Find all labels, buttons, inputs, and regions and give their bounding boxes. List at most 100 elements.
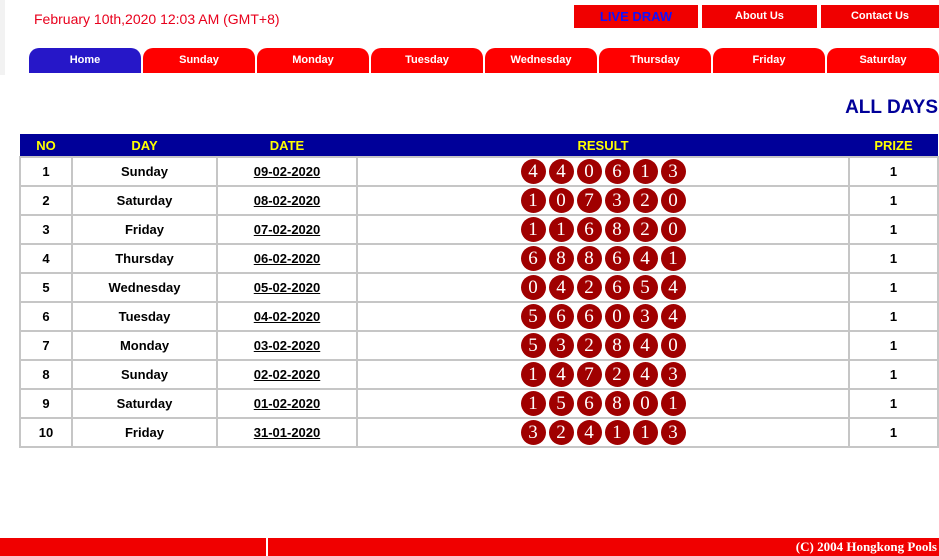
row-prize: 1 <box>848 185 939 216</box>
row-no: 8 <box>19 359 73 390</box>
result-ball: 1 <box>520 362 546 387</box>
row-prize: 1 <box>848 388 939 419</box>
tab-wednesday[interactable]: Wednesday <box>485 48 597 73</box>
row-day: Saturday <box>71 388 218 419</box>
result-ball: 6 <box>576 217 602 242</box>
row-date-link[interactable]: 09-02-2020 <box>254 164 321 179</box>
result-ball: 4 <box>660 304 686 329</box>
result-ball: 6 <box>604 159 630 184</box>
result-ball: 0 <box>660 188 686 213</box>
row-date-link[interactable]: 31-01-2020 <box>254 425 321 440</box>
current-datetime: February 10th,2020 12:03 AM (GMT+8) <box>34 11 280 27</box>
tab-thursday[interactable]: Thursday <box>599 48 711 73</box>
row-no: 7 <box>19 330 73 361</box>
tab-sunday[interactable]: Sunday <box>143 48 255 73</box>
result-ball: 3 <box>660 420 686 445</box>
row-no: 6 <box>19 301 73 332</box>
row-date-cell: 07-02-2020 <box>216 214 358 245</box>
result-ball: 2 <box>576 275 602 300</box>
result-ball: 1 <box>660 391 686 416</box>
row-no: 10 <box>19 417 73 448</box>
result-ball: 0 <box>660 217 686 242</box>
result-ball: 4 <box>632 362 658 387</box>
result-ball: 4 <box>660 275 686 300</box>
row-date-link[interactable]: 01-02-2020 <box>254 396 321 411</box>
row-date-cell: 03-02-2020 <box>216 330 358 361</box>
result-ball: 4 <box>632 246 658 271</box>
row-date-link[interactable]: 08-02-2020 <box>254 193 321 208</box>
result-ball: 6 <box>520 246 546 271</box>
row-result: 042654 <box>356 272 850 303</box>
row-prize: 1 <box>848 243 939 274</box>
table-row: 7 Monday 03-02-2020 532840 1 <box>19 330 939 361</box>
row-day: Tuesday <box>71 301 218 332</box>
result-ball: 0 <box>576 159 602 184</box>
tab-saturday[interactable]: Saturday <box>827 48 939 73</box>
result-ball: 6 <box>604 275 630 300</box>
row-day: Thursday <box>71 243 218 274</box>
result-ball: 0 <box>604 304 630 329</box>
tab-tuesday[interactable]: Tuesday <box>371 48 483 73</box>
result-ball: 1 <box>632 420 658 445</box>
row-day: Friday <box>71 214 218 245</box>
result-ball: 4 <box>576 420 602 445</box>
row-date-link[interactable]: 02-02-2020 <box>254 367 321 382</box>
row-prize: 1 <box>848 359 939 390</box>
result-ball: 6 <box>576 391 602 416</box>
row-prize: 1 <box>848 417 939 448</box>
table-row: 4 Thursday 06-02-2020 688641 1 <box>19 243 939 274</box>
tab-friday[interactable]: Friday <box>713 48 825 73</box>
row-no: 5 <box>19 272 73 303</box>
row-date-cell: 09-02-2020 <box>216 156 358 187</box>
row-date-link[interactable]: 07-02-2020 <box>254 222 321 237</box>
result-ball: 4 <box>548 275 574 300</box>
result-ball: 3 <box>660 159 686 184</box>
live-draw-link[interactable]: LIVE DRAW <box>574 5 698 28</box>
result-ball: 3 <box>632 304 658 329</box>
row-date-link[interactable]: 04-02-2020 <box>254 309 321 324</box>
row-date-cell: 02-02-2020 <box>216 359 358 390</box>
contact-us-link[interactable]: Contact Us <box>821 5 939 28</box>
row-date-link[interactable]: 06-02-2020 <box>254 251 321 266</box>
table-row: 3 Friday 07-02-2020 116820 1 <box>19 214 939 245</box>
result-ball: 1 <box>632 159 658 184</box>
tab-monday[interactable]: Monday <box>257 48 369 73</box>
result-ball: 1 <box>660 246 686 271</box>
result-ball: 4 <box>548 362 574 387</box>
results-table: NO DAY DATE RESULT PRIZE 1 Sunday 09-02-… <box>19 134 939 448</box>
table-header-row: NO DAY DATE RESULT PRIZE <box>20 134 938 157</box>
result-ball: 8 <box>576 246 602 271</box>
result-ball: 6 <box>548 304 574 329</box>
result-ball: 0 <box>548 188 574 213</box>
table-row: 10 Friday 31-01-2020 324113 1 <box>19 417 939 448</box>
row-date-link[interactable]: 05-02-2020 <box>254 280 321 295</box>
result-ball: 2 <box>604 362 630 387</box>
footer-bar: (C) 2004 Hongkong Pools <box>0 538 939 556</box>
row-date-cell: 31-01-2020 <box>216 417 358 448</box>
about-us-link[interactable]: About Us <box>702 5 817 28</box>
row-result: 440613 <box>356 156 850 187</box>
row-day: Friday <box>71 417 218 448</box>
result-ball: 2 <box>548 420 574 445</box>
header-prize: PRIZE <box>849 134 938 157</box>
tab-home[interactable]: Home <box>29 48 141 73</box>
row-no: 9 <box>19 388 73 419</box>
row-day: Sunday <box>71 156 218 187</box>
row-result: 147243 <box>356 359 850 390</box>
row-prize: 1 <box>848 156 939 187</box>
row-date-link[interactable]: 03-02-2020 <box>254 338 321 353</box>
row-result: 324113 <box>356 417 850 448</box>
row-no: 2 <box>19 185 73 216</box>
result-ball: 1 <box>520 391 546 416</box>
row-no: 1 <box>19 156 73 187</box>
row-prize: 1 <box>848 330 939 361</box>
result-ball: 8 <box>548 246 574 271</box>
row-result: 107320 <box>356 185 850 216</box>
result-ball: 5 <box>520 304 546 329</box>
result-ball: 3 <box>604 188 630 213</box>
result-ball: 3 <box>520 420 546 445</box>
row-date-cell: 01-02-2020 <box>216 388 358 419</box>
row-day: Monday <box>71 330 218 361</box>
row-day: Sunday <box>71 359 218 390</box>
result-ball: 8 <box>604 333 630 358</box>
